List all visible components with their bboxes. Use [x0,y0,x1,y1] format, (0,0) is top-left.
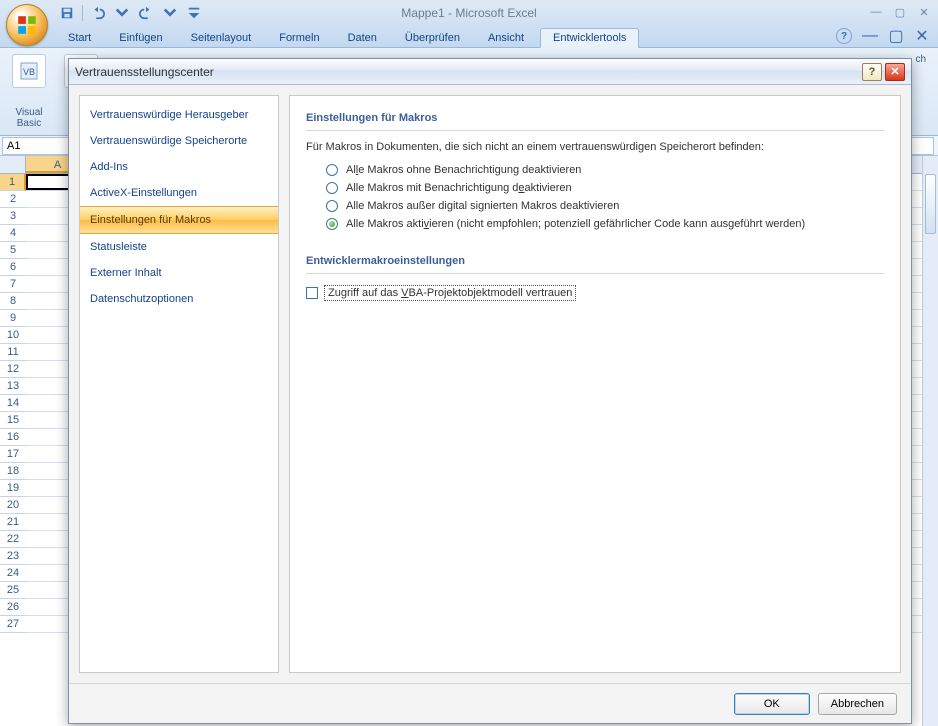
redo-button[interactable] [135,3,157,23]
close-window-button[interactable]: ✕ [916,4,932,20]
row-header-22[interactable]: 22 [0,531,26,548]
help-icon[interactable]: ? [836,28,852,44]
ribbon-tab-start[interactable]: Start [56,29,103,47]
row-header-18[interactable]: 18 [0,463,26,480]
macro-option-0[interactable]: Alle Makros ohne Benachrichtigung deakti… [306,161,884,179]
vertical-scrollbar[interactable] [922,156,938,726]
macro-option-radio-1[interactable] [326,182,338,194]
maximize-button[interactable]: ▢ [892,4,908,20]
quick-access-toolbar [56,3,205,23]
undo-button[interactable] [87,3,109,23]
row-header-16[interactable]: 16 [0,429,26,446]
macro-option-3[interactable]: Alle Makros aktivieren (nicht empfohlen;… [306,215,884,233]
trust-vba-label[interactable]: Zugriff auf das VBA-Projektobjektmodell … [326,287,574,299]
ribbon-tab-daten[interactable]: Daten [336,29,389,47]
ribbon-tab-seitenlayout[interactable]: Seitenlayout [179,29,264,47]
sidebar-item-0[interactable]: Vertrauenswürdige Herausgeber [80,102,278,128]
macro-option-radio-0[interactable] [326,164,338,176]
macro-option-2[interactable]: Alle Makros außer digital signierten Mak… [306,197,884,215]
ribbon-tab-ansicht[interactable]: Ansicht [476,29,536,47]
ribbon-tab-formeln[interactable]: Formeln [267,29,331,47]
sidebar-item-2[interactable]: Add-Ins [80,154,278,180]
ok-button[interactable]: OK [734,693,810,715]
macro-option-radio-2[interactable] [326,200,338,212]
sidebar-item-1[interactable]: Vertrauenswürdige Speicherorte [80,128,278,154]
qat-customize-dropdown[interactable] [183,3,205,23]
row-header-14[interactable]: 14 [0,395,26,412]
row-header-15[interactable]: 15 [0,412,26,429]
row-header-5[interactable]: 5 [0,242,26,259]
ribbon-tab-einfügen[interactable]: Einfügen [107,29,174,47]
row-header-13[interactable]: 13 [0,378,26,395]
visual-basic-label: VisualBasic [15,107,42,129]
office-button[interactable] [6,4,48,46]
scroll-thumb[interactable] [925,174,936,234]
ribbon-group-code: VB VisualBasic [6,52,52,131]
dialog-footer: OK Abbrechen [69,683,911,723]
row-header-27[interactable]: 27 [0,616,26,633]
visual-basic-button[interactable]: VB [12,54,46,88]
ribbon-group-trailing: ch [909,52,932,131]
row-header-26[interactable]: 26 [0,599,26,616]
dialog-title: Vertrauensstellungscenter [75,65,859,79]
redo-dropdown[interactable] [159,3,181,23]
row-header-17[interactable]: 17 [0,446,26,463]
save-button[interactable] [56,3,78,23]
dialog-close-button[interactable]: ✕ [885,63,905,81]
row-header-12[interactable]: 12 [0,361,26,378]
qat-separator [82,5,83,21]
row-header-7[interactable]: 7 [0,276,26,293]
macro-option-1[interactable]: Alle Makros mit Benachrichtigung deaktiv… [306,179,884,197]
row-header-21[interactable]: 21 [0,514,26,531]
row-header-9[interactable]: 9 [0,310,26,327]
row-header-4[interactable]: 4 [0,225,26,242]
sidebar-item-5[interactable]: Statusleiste [80,234,278,260]
sidebar-item-6[interactable]: Externer Inhalt [80,260,278,286]
undo-dropdown[interactable] [111,3,133,23]
section-title-dev-macro: Entwicklermakroeinstellungen [306,251,884,274]
mdi-minimize-button[interactable]: — [862,28,878,44]
macro-option-label-0: Alle Makros ohne Benachrichtigung deakti… [346,164,581,176]
sidebar-item-3[interactable]: ActiveX-Einstellungen [80,180,278,206]
macro-option-radio-3[interactable] [326,218,338,230]
section-title-macro-settings: Einstellungen für Makros [306,108,884,131]
mdi-close-button[interactable]: ✕ [914,28,930,44]
select-all-corner[interactable] [0,156,26,174]
dialog-sidebar: Vertrauenswürdige HerausgeberVertrauensw… [79,95,279,673]
macro-settings-note: Für Makros in Dokumenten, die sich nicht… [306,141,884,153]
mdi-restore-button[interactable]: ▢ [888,28,904,44]
cancel-button[interactable]: Abbrechen [818,693,897,715]
macro-options-group: Alle Makros ohne Benachrichtigung deakti… [306,161,884,233]
row-header-3[interactable]: 3 [0,208,26,225]
ribbon-tab-entwicklertools[interactable]: Entwicklertools [540,28,639,48]
minimize-button[interactable]: — [868,4,884,20]
sidebar-item-4[interactable]: Einstellungen für Makros [80,206,278,234]
svg-text:VB: VB [23,67,35,77]
row-header-6[interactable]: 6 [0,259,26,276]
row-header-19[interactable]: 19 [0,480,26,497]
row-header-10[interactable]: 10 [0,327,26,344]
ribbon-tab-überprüfen[interactable]: Überprüfen [393,29,472,47]
macro-option-label-3: Alle Makros aktivieren (nicht empfohlen;… [346,218,805,230]
row-header-23[interactable]: 23 [0,548,26,565]
dialog-help-button[interactable]: ? [862,63,882,81]
macro-option-label-2: Alle Makros außer digital signierten Mak… [346,200,619,212]
row-headers[interactable]: 1234567891011121314151617181920212223242… [0,174,26,633]
macro-option-label-1: Alle Makros mit Benachrichtigung deaktiv… [346,182,572,194]
row-header-8[interactable]: 8 [0,293,26,310]
dialog-main-panel: Einstellungen für Makros Für Makros in D… [289,95,901,673]
row-header-24[interactable]: 24 [0,565,26,582]
window-titlebar: Mappe1 - Microsoft Excel — ▢ ✕ [0,0,938,26]
trust-vba-checkbox[interactable] [306,287,318,299]
row-header-2[interactable]: 2 [0,191,26,208]
row-header-25[interactable]: 25 [0,582,26,599]
window-controls: — ▢ ✕ [868,4,932,20]
ribbon-tabs: StartEinfügen SeitenlayoutFormeln DatenÜbe… [0,26,938,48]
row-header-20[interactable]: 20 [0,497,26,514]
trust-center-dialog: Vertrauensstellungscenter ? ✕ Vertrauens… [68,58,912,724]
row-header-11[interactable]: 11 [0,344,26,361]
row-header-1[interactable]: 1 [0,174,26,191]
sidebar-item-7[interactable]: Datenschutzoptionen [80,286,278,312]
dialog-titlebar[interactable]: Vertrauensstellungscenter ? ✕ [69,59,911,85]
